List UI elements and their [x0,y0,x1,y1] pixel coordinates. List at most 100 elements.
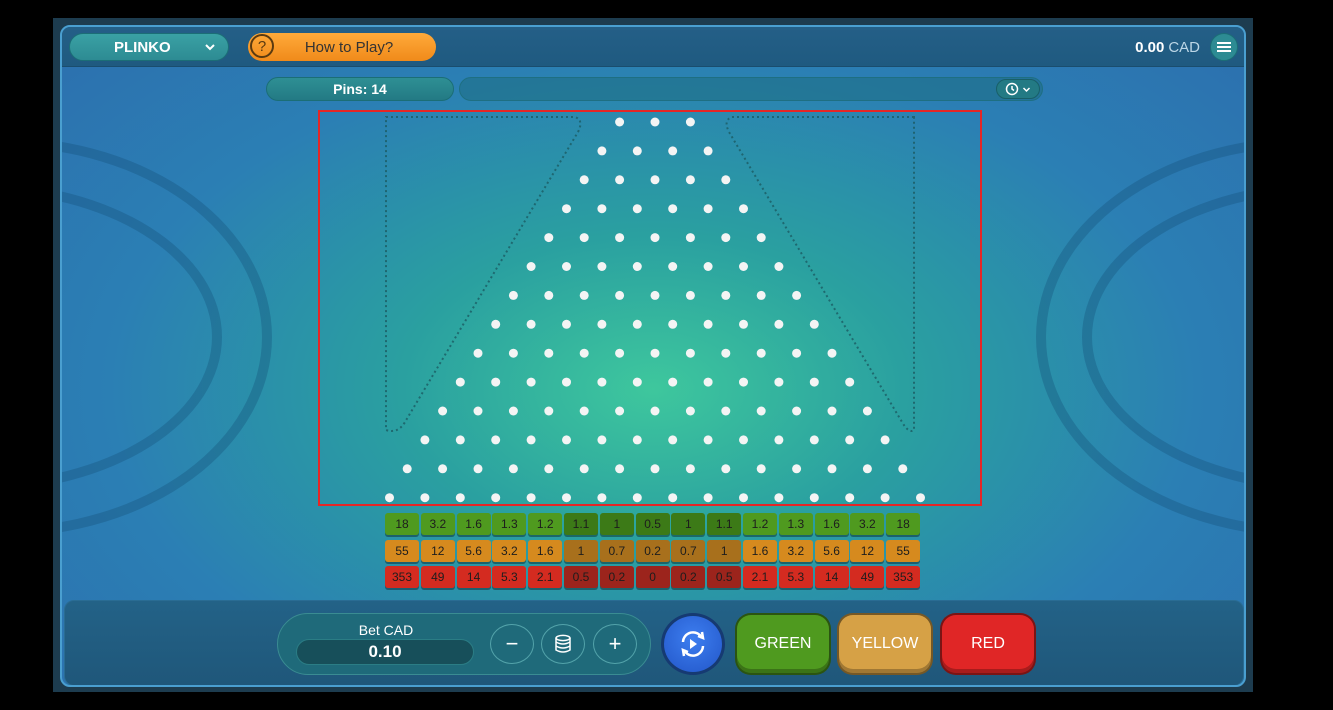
coin-stack-button[interactable] [541,624,585,664]
pin [809,377,819,387]
green-multiplier-cell: 0.5 [635,513,670,535]
pin [685,348,695,358]
pin [703,435,713,445]
pin [668,493,678,503]
balance-amount: 0.00 [1135,39,1165,56]
coin-stack-icon [555,634,571,653]
red-multiplier-cell: 353 [886,566,921,588]
pin [473,464,483,474]
pin [703,377,713,387]
pin [880,493,890,503]
how-to-play-button[interactable]: ? How to Play? [248,33,436,61]
pin [703,262,713,271]
red-multiplier-cell: 0.2 [599,566,634,588]
pin [845,435,855,445]
pin [491,493,501,503]
pin [632,435,642,445]
plinko-board[interactable] [318,110,982,506]
pin [756,348,766,358]
pin [685,464,695,474]
yellow-multiplier-cell: 12 [420,540,455,562]
autoplay-button[interactable] [661,613,725,675]
pin [721,348,731,358]
yellow-button-label: YELLOW [851,635,919,652]
pin [756,290,766,300]
green-multiplier-cell: 1.2 [528,513,563,535]
pin [455,435,465,445]
pin [756,233,766,243]
pin [827,348,837,358]
pin [562,493,571,503]
pin [632,204,642,214]
history-button[interactable] [996,79,1040,99]
pin [650,348,660,358]
yellow-multiplier-cell: 1.6 [528,540,563,562]
right-guide-rail [725,116,915,432]
green-drop-button[interactable]: GREEN [735,613,831,675]
pin [845,377,855,387]
green-multiplier-cell: 3.2 [850,513,885,535]
bet-panel: Bet CAD 0.10 − + [277,613,651,675]
bet-amount-input[interactable]: 0.10 [296,639,474,665]
pin [916,493,925,503]
pin [756,406,766,416]
pin-field [385,116,925,503]
pin [526,262,536,271]
pin [668,435,678,445]
pin [597,204,607,214]
pin [898,464,908,474]
yellow-drop-button[interactable]: YELLOW [837,613,933,675]
pin [703,319,713,329]
pin [455,493,465,503]
pin [721,464,731,474]
red-multiplier-cell: 14 [814,566,849,588]
pin [544,233,554,243]
pin [845,493,855,503]
red-multiplier-cell: 2.1 [743,566,777,588]
red-multiplier-cell: 5.3 [778,566,813,588]
pin [615,290,625,300]
green-button-label: GREEN [754,635,812,652]
pins-selector[interactable]: Pins: 14 [266,77,454,101]
yellow-multiplier-cell: 5.6 [814,540,849,562]
pin [774,435,784,445]
pin [526,493,536,503]
pin [721,406,731,416]
pin [721,175,731,185]
pin [685,233,695,243]
pin [650,233,660,243]
pin [668,204,678,214]
pin [562,435,571,445]
yellow-multiplier-cell: 12 [850,540,885,562]
pin [756,464,766,474]
pin [597,377,607,387]
pin [597,435,607,445]
bet-label: Bet CAD [358,622,414,638]
red-drop-button[interactable]: RED [940,613,1036,675]
pin [544,348,554,358]
pin [508,406,518,416]
green-multiplier-cell: 1.1 [707,513,742,535]
pin [420,493,430,503]
pin [739,262,748,271]
yellow-multiplier-cell: 1.6 [743,540,777,562]
decrease-bet-button[interactable]: − [490,624,534,664]
pin [703,146,713,156]
menu-button[interactable] [1210,33,1238,61]
question-icon: ? [250,34,274,58]
pin [402,464,412,474]
pin [526,435,536,445]
red-multiplier-cell: 0.2 [671,566,706,588]
increase-bet-button[interactable]: + [593,624,637,664]
pin [579,290,589,300]
balance-display: 0.00 CAD [1135,39,1200,56]
game-select-dropdown[interactable]: PLINKO [69,33,229,61]
pin [544,290,554,300]
pin [579,233,589,243]
pin [650,175,660,185]
hamburger-menu-icon [1217,42,1231,52]
pin [739,493,748,503]
top-bar: PLINKO ? How to Play? 0.00 CAD [62,27,1244,67]
pin [668,146,678,156]
green-multiplier-cell: 1.3 [492,513,527,535]
